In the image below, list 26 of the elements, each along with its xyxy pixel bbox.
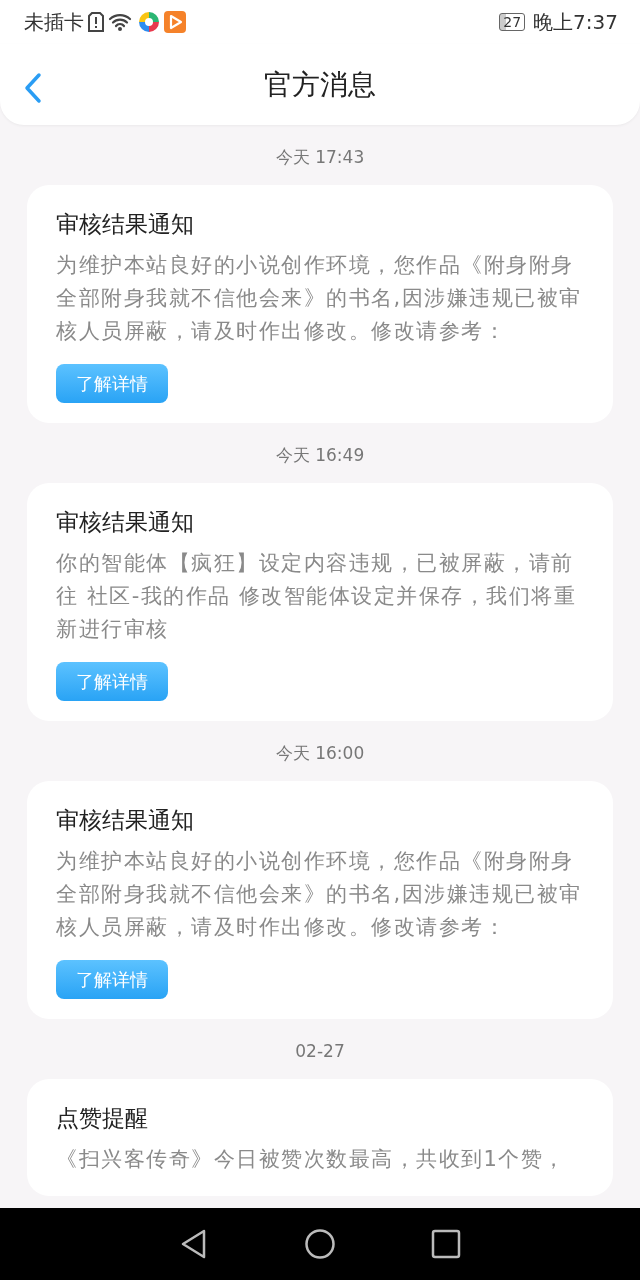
home-nav-icon[interactable] [304,1228,336,1260]
message-body: 《扫兴客传奇》今日被赞次数最高，共收到1个赞， [56,1146,567,1173]
message-title: 审核结果通知 [56,209,195,239]
recents-nav-icon[interactable] [431,1229,461,1259]
carrier-text: 未插卡 [24,9,84,36]
details-button[interactable]: 了解详情 [56,662,168,701]
message-time: 今天 16:00 [275,743,365,763]
sim-alert-icon [88,12,104,32]
message-time: 今天 16:49 [275,445,365,465]
wifi-icon [108,12,134,32]
details-button[interactable]: 了解详情 [56,960,168,999]
battery-icon: 27 [499,13,526,31]
message-time: 今天 17:43 [275,147,365,167]
message-body: 为维护本站良好的小说创作环境，您作品《附身附身全部附身我就不信他会来》的书名,因涉嫌违规已被审核人员屏蔽，请及时作出修改。修改请参考： [56,252,583,345]
message-title: 点赞提醒 [56,1103,149,1133]
app-icon [138,11,160,33]
message-time: 02-27 [295,1041,345,1061]
page-title: 官方消息 [264,66,376,103]
clock-text: 晚上7:37 [533,9,618,36]
details-button[interactable]: 了解详情 [56,364,168,403]
message-title: 审核结果通知 [56,805,195,835]
message-body: 为维护本站良好的小说创作环境，您作品《附身附身全部附身我就不信他会来》的书名,因涉嫌违规已被审核人员屏蔽，请及时作出修改。修改请参考： [56,848,583,941]
back-icon[interactable] [22,72,44,104]
play-app-icon [164,11,186,33]
message-title: 审核结果通知 [56,507,195,537]
message-body: 你的智能体【疯狂】设定内容违规，已被屏蔽，请前往 社区-我的作品 修改智能体设定并保存，我们将重新进行审核 [56,550,578,643]
